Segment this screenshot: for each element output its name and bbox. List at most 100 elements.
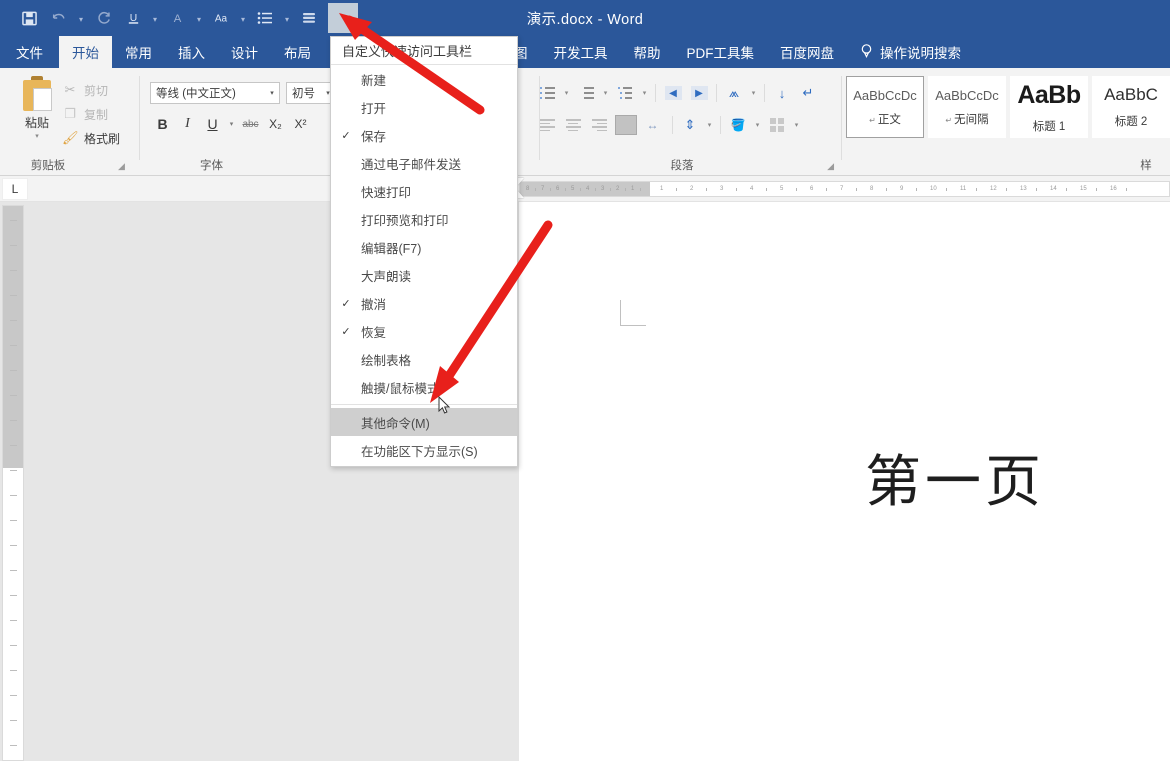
style-heading-1[interactable]: AaBb 标题 1: [1010, 76, 1088, 138]
multilevel-list-button[interactable]: [612, 80, 638, 106]
sort-button[interactable]: ↓: [769, 80, 795, 106]
tab-pdf-tools[interactable]: PDF工具集: [674, 36, 768, 68]
superscript-button[interactable]: X²: [288, 112, 313, 136]
save-icon[interactable]: [14, 4, 44, 32]
change-case-dropdown-caret[interactable]: ▾: [236, 4, 250, 32]
menu-item[interactable]: 在功能区下方显示(S): [331, 436, 517, 464]
font-color-dropdown-caret[interactable]: ▾: [192, 4, 206, 32]
menu-item[interactable]: 大声朗读: [331, 261, 517, 289]
horizontal-ruler[interactable]: 8 7 6 5 4 3 2 1 1 2 3 4 5 6 7 8 9 10 11 12 13 14 15 16: [519, 181, 1170, 197]
shading-dropdown-caret[interactable]: ▾: [751, 112, 764, 138]
menu-item[interactable]: ✓ 保存: [331, 121, 517, 149]
paragraph-dialog-launcher[interactable]: ◢: [827, 161, 834, 172]
undo-dropdown-caret[interactable]: ▾: [74, 4, 88, 32]
menu-item[interactable]: 通过电子邮件发送: [331, 149, 517, 177]
menu-item[interactable]: 打开: [331, 93, 517, 121]
menu-item-label: 通过电子邮件发送: [361, 157, 462, 172]
style-name: ↵ 无间隔: [945, 111, 988, 127]
undo-icon[interactable]: [44, 4, 74, 32]
tab-file[interactable]: 文件: [0, 36, 59, 68]
style-normal[interactable]: AaBbCcDc ↵ 正文: [846, 76, 924, 138]
ruler-tick: [886, 188, 887, 191]
customize-quick-access-toolbar-menu[interactable]: 自定义快速访问工具栏 新建 打开 ✓ 保存 通过电子邮件发送 快速打印 打印预览和打印 编辑器…: [330, 36, 518, 467]
vertical-ruler[interactable]: [2, 205, 24, 761]
tab-tell-me[interactable]: 操作说明搜索: [847, 36, 974, 68]
italic-button[interactable]: I: [175, 112, 200, 136]
copy-button[interactable]: ❐ 复制: [62, 102, 120, 126]
line-spacing-button[interactable]: ⇕: [677, 112, 703, 138]
ruler-tick: [10, 545, 17, 546]
ruler-tick-label: 3: [601, 186, 605, 192]
menu-item[interactable]: 编辑器(F7): [331, 233, 517, 261]
bullets-dropdown-caret[interactable]: ▾: [560, 80, 573, 106]
checkmark-icon: ✓: [341, 325, 351, 338]
menu-item[interactable]: ✓ 撤消: [331, 289, 517, 317]
align-center-button[interactable]: [560, 112, 586, 138]
tab-stop-selector[interactable]: L: [2, 178, 28, 200]
tab-baidu-netdisk[interactable]: 百度网盘: [767, 36, 847, 68]
line-spacing-icon[interactable]: [294, 4, 324, 32]
menu-item[interactable]: 新建: [331, 65, 517, 93]
menu-item[interactable]: 打印预览和打印: [331, 205, 517, 233]
menu-item[interactable]: 绘制表格: [331, 345, 517, 373]
distribute-button[interactable]: ↔: [640, 112, 668, 138]
change-case-icon[interactable]: Aa: [206, 4, 236, 32]
align-left-button[interactable]: [534, 112, 560, 138]
borders-button[interactable]: [764, 112, 790, 138]
cut-button[interactable]: ✂ 剪切: [62, 78, 120, 102]
tab-common-label: 常用: [125, 46, 152, 61]
numbering-button[interactable]: [573, 80, 599, 106]
shading-button[interactable]: 🪣: [725, 112, 751, 138]
subscript-button[interactable]: X₂: [263, 112, 288, 136]
tab-developer[interactable]: 开发工具: [541, 36, 621, 68]
font-name-combobox[interactable]: 等线 (中文正文) ▾: [150, 82, 280, 104]
menu-item[interactable]: 快速打印: [331, 177, 517, 205]
borders-dropdown-caret[interactable]: ▾: [790, 112, 803, 138]
justify-button[interactable]: [612, 112, 640, 138]
phonetic-dropdown-caret[interactable]: ▾: [747, 80, 760, 106]
bullet-list-icon[interactable]: [250, 4, 280, 32]
strikethrough-button[interactable]: abc: [238, 112, 263, 136]
underline-icon[interactable]: U: [118, 4, 148, 32]
menu-item[interactable]: 其他命令(M): [331, 408, 517, 436]
format-painter-button[interactable]: 🖌 格式刷: [62, 126, 120, 150]
decrease-indent-button[interactable]: ◀: [660, 80, 686, 106]
tab-design[interactable]: 设计: [218, 36, 271, 68]
redo-icon[interactable]: [88, 4, 118, 32]
document-body-text[interactable]: 第一页: [865, 437, 1045, 518]
bullet-list-dropdown-caret[interactable]: ▾: [280, 4, 294, 32]
customize-quick-access-toolbar-button[interactable]: ⬩: [328, 3, 358, 33]
tab-layout[interactable]: 布局: [271, 36, 324, 68]
multilevel-list-dropdown-caret[interactable]: ▾: [638, 80, 651, 106]
paste-dropdown-caret[interactable]: ▾: [35, 132, 39, 140]
font-color-icon[interactable]: A: [162, 4, 192, 32]
copy-label: 复制: [84, 107, 109, 122]
tab-common[interactable]: 常用: [112, 36, 165, 68]
tab-help[interactable]: 帮助: [621, 36, 674, 68]
align-right-button[interactable]: [586, 112, 612, 138]
paste-button[interactable]: 粘贴 ▾: [10, 76, 64, 140]
document-page[interactable]: [519, 202, 1170, 761]
style-no-spacing[interactable]: AaBbCcDc ↵ 无间隔: [928, 76, 1006, 138]
clipboard-dialog-launcher[interactable]: ◢: [118, 161, 125, 172]
underline-dropdown-caret[interactable]: ▾: [225, 112, 238, 136]
ruler-tick: [10, 245, 17, 246]
show-formatting-marks-button[interactable]: ↵: [795, 80, 821, 106]
title-bar: ▾ U ▾ A ▾ Aa ▾ ▾ ⬩ 演示.docx - Word: [0, 0, 1170, 36]
increase-indent-button[interactable]: ▶: [686, 80, 712, 106]
underline-button[interactable]: U: [200, 112, 225, 136]
menu-item[interactable]: ✓ 恢复: [331, 317, 517, 345]
bold-button[interactable]: B: [150, 112, 175, 136]
bullets-button[interactable]: [534, 80, 560, 106]
style-heading-2[interactable]: AaBbC 标题 2: [1092, 76, 1170, 138]
menu-item[interactable]: 触摸/鼠标模式: [331, 373, 517, 401]
tab-insert[interactable]: 插入: [165, 36, 218, 68]
chevron-down-icon[interactable]: ▾: [265, 89, 279, 97]
underline-dropdown-caret[interactable]: ▾: [148, 4, 162, 32]
numbering-dropdown-caret[interactable]: ▾: [599, 80, 612, 106]
line-spacing-dropdown-caret[interactable]: ▾: [703, 112, 716, 138]
font-size-combobox[interactable]: 初号 ▾: [286, 82, 336, 104]
tab-home[interactable]: 开始: [59, 36, 112, 68]
phonetic-guide-button[interactable]: ⩕: [721, 80, 747, 106]
menu-item-label: 快速打印: [361, 185, 412, 200]
